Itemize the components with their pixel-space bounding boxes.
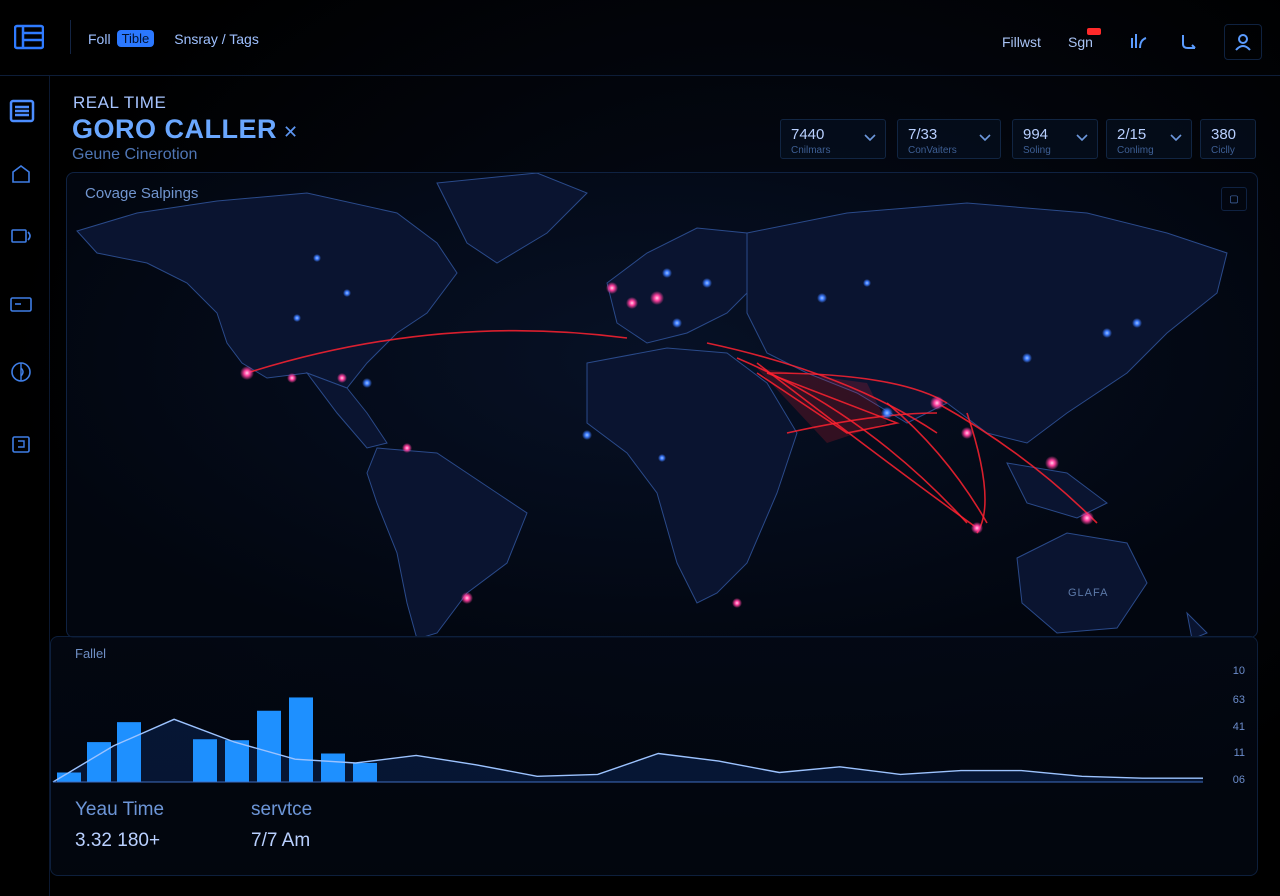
stat-label: Soling <box>1023 145 1051 156</box>
activity-chart <box>52 697 1203 783</box>
stat-value: 3.32 180+ <box>75 830 161 851</box>
y-tick-label: 63 <box>1232 694 1245 706</box>
stat-card[interactable]: 380 Ciclly <box>1200 119 1256 159</box>
refresh-icon[interactable] <box>1178 30 1200 52</box>
card-icon[interactable] <box>9 292 33 316</box>
page-overline: REAL TIME <box>73 93 167 112</box>
wifi-icon[interactable] <box>1128 30 1150 52</box>
stat-label: servtce <box>251 799 313 820</box>
sidebar <box>0 76 50 896</box>
page-subtitle: Geune Cinerotion <box>72 146 198 163</box>
nav-prefix: Foll <box>88 30 111 47</box>
chart-bar[interactable] <box>289 697 313 782</box>
globe-icon[interactable] <box>9 360 33 384</box>
world-map[interactable] <box>67 173 1258 638</box>
top-divider <box>70 20 71 54</box>
continents <box>76 173 1228 637</box>
page-title: GORO CALLER <box>72 114 277 144</box>
chevron-down-icon <box>1075 130 1089 144</box>
chart-bar[interactable] <box>87 742 111 782</box>
chart-bar[interactable] <box>117 722 141 782</box>
y-tick-label: 06 <box>1232 774 1245 786</box>
stat-value: 994 <box>1023 126 1049 143</box>
chart-bar[interactable] <box>193 739 217 782</box>
stat-value: 2/15 <box>1117 126 1147 143</box>
chart-bar[interactable] <box>353 763 377 782</box>
stat-value: 7/33 <box>908 126 938 143</box>
stat-label: Ciclly <box>1211 145 1235 156</box>
stat-label: ConVaiters <box>908 145 957 156</box>
stat-label: Cnilmars <box>791 145 831 156</box>
home-icon[interactable] <box>9 162 33 186</box>
map-region-label: GLAFA <box>1068 587 1109 599</box>
y-tick-label: 11 <box>1233 747 1245 759</box>
nav-chip-tible[interactable]: Tible <box>116 30 155 47</box>
stat-value: 7440 <box>791 126 825 143</box>
stat-value: 7/7 Am <box>251 830 311 851</box>
sign-button[interactable]: Sgn <box>1068 34 1093 50</box>
nav-link-tags[interactable]: Snsray / Tags <box>174 31 259 47</box>
stat-label: Yeau Time <box>75 799 165 820</box>
phone-icon[interactable] <box>9 432 33 456</box>
stat-label: Conlimg <box>1117 145 1154 156</box>
chevron-down-icon <box>978 130 992 144</box>
expand-icon[interactable]: ▢ <box>1221 187 1247 211</box>
bottom-chart-panel: Fallel 10 63 41 11 06 Yeau Time 3.32 180… <box>50 636 1258 876</box>
chevron-down-icon <box>863 130 877 144</box>
user-icon[interactable] <box>1224 24 1262 60</box>
top-nav: Foll Tible Snsray / Tags <box>88 30 259 47</box>
notification-badge <box>1087 28 1101 35</box>
stat-card[interactable]: 7/33 ConVaiters <box>897 119 1001 159</box>
close-icon[interactable]: ✕ <box>283 122 298 143</box>
chart-bar[interactable] <box>257 710 281 782</box>
filter-button[interactable]: Fillwst <box>1002 34 1041 50</box>
menu-grid-icon[interactable] <box>13 24 45 50</box>
monitor-icon[interactable] <box>9 224 33 248</box>
y-tick-label: 10 <box>1232 665 1245 677</box>
app-root: Foll Tible Snsray / Tags Fillwst Sgn REA… <box>0 0 1280 896</box>
map-title: Covage Salpings <box>85 185 199 202</box>
stat-card[interactable]: 2/15 Conlimg <box>1106 119 1192 159</box>
y-tick-label: 41 <box>1232 721 1245 733</box>
stat-value: 380 <box>1211 126 1237 143</box>
coverage-map-panel: Covage Salpings ▢ GLAFA <box>66 172 1258 638</box>
chart-bar[interactable] <box>321 753 345 783</box>
chevron-down-icon <box>1169 130 1183 144</box>
stat-card[interactable]: 7440 Cnilmars <box>780 119 886 159</box>
top-right-controls: Fillwst Sgn <box>1000 24 1280 60</box>
stat-card[interactable]: 994 Soling <box>1012 119 1098 159</box>
list-icon[interactable] <box>9 98 35 123</box>
chart-bar[interactable] <box>225 740 249 782</box>
top-bar: Foll Tible Snsray / Tags Fillwst Sgn <box>0 0 1280 76</box>
